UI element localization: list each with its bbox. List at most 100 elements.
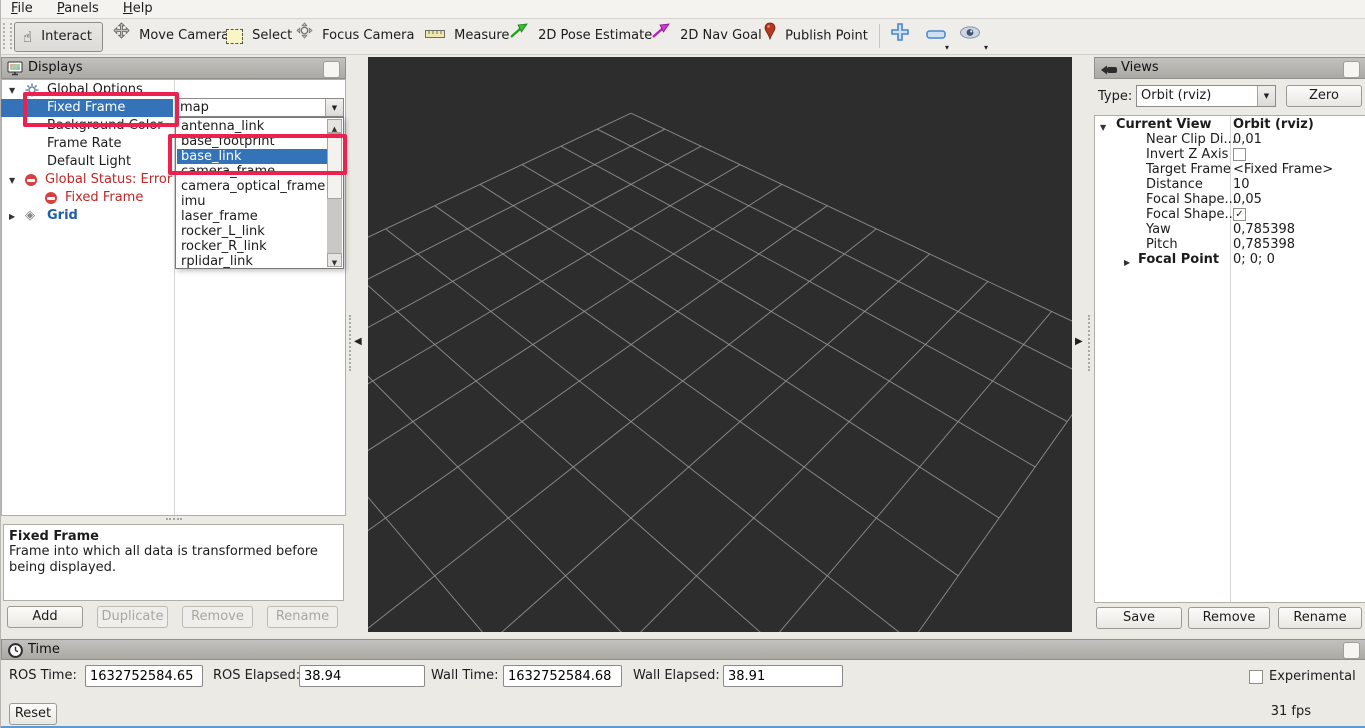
dropdown-item-rplidar-link[interactable]: rplidar_link [177,254,327,269]
time-panel-float-button[interactable] [1343,642,1360,659]
property-name: Focal Shape... [1146,192,1237,207]
visibility-caret-icon[interactable]: ▾ [984,43,988,52]
views-remove-button[interactable]: Remove [1188,607,1270,629]
scroll-up-button[interactable]: ▲ [327,119,342,133]
tree-row-fixed-frame[interactable]: Fixed Frame [1,99,173,117]
property-name: Yaw [1146,222,1171,237]
dropdown-item-base-footprint[interactable]: base_footprint [177,134,327,149]
tree-row-default-light[interactable]: Default Light [1,153,173,171]
expand-down-icon[interactable]: ▼ [9,82,15,100]
tree-row-fixed-frame-error[interactable]: Fixed Frame [1,189,173,207]
combo-dropdown-button[interactable]: ▼ [325,99,343,116]
invert-z-checkbox[interactable] [1233,148,1246,161]
zero-button[interactable]: Zero [1286,85,1362,107]
property-value[interactable]: 0,785398 [1233,222,1295,237]
rename-button: Rename [267,606,338,628]
tool-publish-point[interactable]: Publish Point [764,22,868,50]
clock-icon [8,643,23,665]
wall-elapsed-field[interactable] [723,665,843,687]
right-splitter[interactable]: ▶ [1072,57,1094,632]
ros-elapsed-field[interactable] [299,665,425,687]
property-value[interactable]: 10 [1233,177,1250,192]
dropdown-item-camera-optical-frame[interactable]: camera_optical_frame [177,179,327,194]
reset-button[interactable]: Reset [9,703,57,725]
dropdown-item-laser-frame[interactable]: laser_frame [177,209,327,224]
expand-down-icon[interactable]: ▼ [1100,120,1106,135]
wall-time-field[interactable] [503,665,622,687]
views-column-divider[interactable] [1230,116,1231,602]
zoom-in-button[interactable] [890,22,915,50]
save-button[interactable]: Save [1096,607,1182,629]
dropdown-item-rocker-l-link[interactable]: rocker_L_link [177,224,327,239]
tool-interact[interactable]: ☝ Interact [14,22,103,52]
tool-measure[interactable]: Measure [425,22,509,50]
tree-label-global-status-error: Global Status: Error [45,171,172,189]
dropdown-item-rocker-r-link[interactable]: rocker_R_link [177,239,327,254]
menu-help[interactable]: Help [113,0,163,18]
property-value[interactable]: 0,01 [1233,132,1262,147]
experimental-label: Experimental [1269,666,1356,688]
scroll-up-icon: ▲ [332,125,337,133]
visibility-button[interactable] [959,22,986,50]
property-value[interactable]: 0,05 [1233,192,1262,207]
tree-row-background-color[interactable]: Background Color [1,117,173,135]
menu-panels[interactable]: Panels [47,0,109,18]
focal-shape-checkbox[interactable]: ✓ [1233,208,1246,221]
collapse-left-icon[interactable]: ◀ [354,336,362,347]
toolbar-drag-handle[interactable] [3,23,12,49]
collapse-right-icon[interactable]: ▶ [1075,336,1083,347]
tool-select[interactable]: Select [226,22,292,50]
rviz-window: File Panels Help ☝ Interact Move Camera … [0,0,1365,728]
menu-file[interactable]: File [1,0,43,18]
tool-focus-camera[interactable]: Focus Camera [296,22,414,50]
description-title: Fixed Frame [9,529,343,544]
views-rename-button[interactable]: Rename [1278,607,1362,629]
dropdown-item-camera-frame[interactable]: camera_frame [177,164,327,179]
time-panel-header[interactable]: Time [1,639,1365,660]
dropdown-scrollbar[interactable]: ▲ ▼ [327,119,342,267]
tool-2d-nav-goal[interactable]: 2D Nav Goal [651,22,762,50]
zoom-out-caret-icon[interactable]: ▾ [945,43,949,52]
displays-panel-header[interactable]: Displays [1,57,346,79]
tree-row-global-options[interactable]: ▼ Global Options [1,81,173,99]
scrollbar-slider[interactable] [327,133,342,199]
map-pin-icon [764,22,776,51]
view-type-dropdown-button[interactable]: ▼ [1257,86,1275,106]
tool-2d-pose-estimate[interactable]: 2D Pose Estimate [509,22,652,50]
fixed-frame-combo-value: map [180,99,209,116]
fixed-frame-combo[interactable]: map ▼ [175,98,344,117]
add-button[interactable]: Add [7,606,83,628]
views-panel-header[interactable]: Views [1094,57,1365,79]
views-panel-float-button[interactable] [1343,61,1360,78]
tree-row-frame-rate[interactable]: Frame Rate [1,135,173,153]
scroll-down-button[interactable]: ▼ [327,253,342,267]
dropdown-item-imu[interactable]: imu [177,194,327,209]
property-name: Focal Point [1138,252,1219,267]
dropdown-item-base-link[interactable]: base_link [177,149,327,164]
hand-icon: ☝ [23,23,32,51]
experimental-checkbox[interactable] [1249,670,1263,684]
property-name: Pitch [1146,237,1178,252]
property-value[interactable]: 0,785398 [1233,237,1295,252]
wall-elapsed-label: Wall Elapsed: [633,665,720,687]
property-name: Near Clip Di... [1146,132,1236,147]
expand-right-icon[interactable]: ▶ [1124,255,1130,270]
expand-down-icon[interactable]: ▼ [9,172,15,190]
displays-panel-float-button[interactable] [323,61,340,78]
3d-viewport[interactable] [368,57,1072,632]
displays-panel-title: Displays [28,60,83,75]
tree-row-grid[interactable]: ▶ ◈ Grid [1,207,173,225]
property-value[interactable]: <Fixed Frame> [1233,162,1333,177]
left-splitter-dots [349,315,353,371]
displays-splitter-handle[interactable] [166,518,182,522]
scroll-down-icon: ▼ [332,259,337,267]
expand-right-icon[interactable]: ▶ [9,208,15,226]
property-value[interactable]: 0; 0; 0 [1233,252,1275,267]
view-type-combo[interactable]: Orbit (rviz) ▼ [1136,85,1276,107]
ros-time-field[interactable] [85,665,203,687]
property-name: Focal Shape... [1146,207,1237,222]
left-splitter[interactable]: ◀ [346,57,368,632]
type-label: Type: [1098,89,1132,104]
tool-move-camera[interactable]: Move Camera [113,22,229,50]
dropdown-item-antenna-link[interactable]: antenna_link [177,119,327,134]
